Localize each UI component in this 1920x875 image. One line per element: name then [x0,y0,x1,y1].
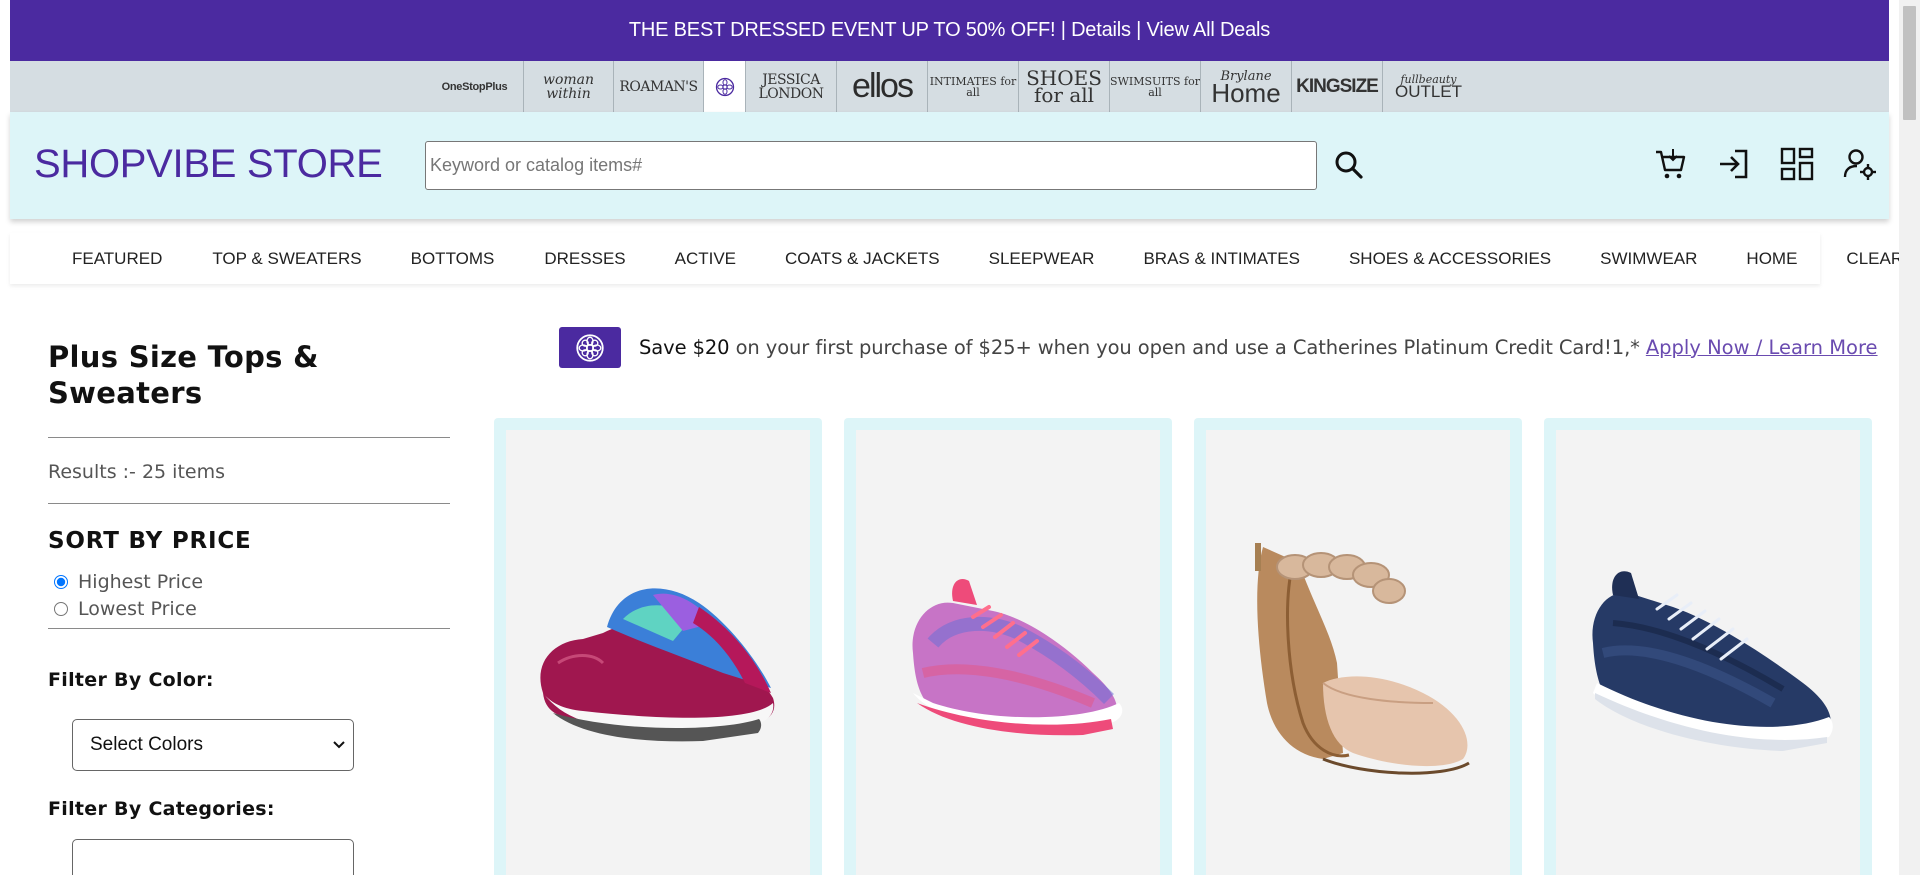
brand-catherines[interactable] [704,61,746,112]
brand-label: INTIMATES for all [929,74,1017,99]
site-header: SHOPVIBE STORE [10,112,1889,219]
promo-separator: | [1130,19,1147,41]
brand-swimsuits-for-all[interactable]: SWIMSUITS for all [1110,61,1201,112]
brand-label: SWIMSUITS for all [1110,74,1200,99]
sort-highest-radio[interactable] [54,574,68,589]
catherines-card-logo [559,327,621,368]
pink-knit-sneaker-image [912,579,1123,736]
brand-label: OneStopPlus [441,80,508,93]
sort-heading: SORT BY PRICE [48,528,252,554]
brand-label: woman within [542,71,595,102]
promo-text: THE BEST DRESSED EVENT UP TO 50% OFF! [628,19,1056,41]
product-image [856,430,1160,875]
nav-active[interactable]: ACTIVE [675,249,736,269]
brand-roamans[interactable]: ROAMAN'S [614,61,704,112]
color-select[interactable]: Select Colors [72,719,354,771]
brand-jessica-london[interactable]: JESSICA LONDON [746,61,837,112]
brand-intimates-for-all[interactable]: INTIMATES for all [928,61,1019,112]
brand-label: ROAMAN'S [619,78,698,95]
nav-featured[interactable]: FEATURED [72,249,162,269]
product-card[interactable] [494,418,822,875]
brand-woman-within[interactable]: woman within [524,61,614,112]
apply-now-link[interactable]: Apply Now / Learn More [1646,336,1878,359]
divider [48,437,450,438]
nav-sleepwear[interactable]: SLEEPWEAR [989,249,1095,269]
dashboard-icon[interactable] [1779,146,1815,182]
filter-sidebar: Plus Size Tops & Sweaters Results :- 25 … [48,330,450,875]
catherines-flower-icon [715,77,734,96]
product-card[interactable] [1544,418,1872,875]
view-all-deals-link[interactable]: View All Deals [1147,19,1271,42]
scrollbar-thumb[interactable] [1903,6,1916,120]
search-icon[interactable] [1332,148,1366,182]
brand-ellos[interactable]: ellos [837,61,928,112]
brand-fullbeauty-outlet[interactable]: fullbeauty OUTLET [1383,61,1474,112]
details-link[interactable]: Details [1071,19,1131,42]
brand-label: KINGSIZE [1296,75,1379,97]
product-card[interactable] [844,418,1172,875]
nav-tops-sweaters[interactable]: TOP & SWEATERS [212,249,361,269]
credit-card-banner: Save $20 on your first purchase of $25+ … [559,327,1878,368]
product-card[interactable] [1194,418,1522,875]
brand-onestopplus[interactable]: OneStopPlus [426,61,524,112]
page-title: Plus Size Tops & Sweaters [48,340,319,410]
catherines-flower-icon [576,333,604,362]
fullbeauty-outlet: OUTLET [1394,82,1463,101]
product-image [1206,430,1510,875]
sort-highest-label: Highest Price [78,570,204,593]
credit-offer-text: Save $20 on your first purchase of $25+ … [639,336,1640,359]
sign-in-icon[interactable] [1716,146,1752,182]
credit-offer-bold: Save $20 [639,336,730,359]
product-image [506,430,810,875]
divider [48,628,450,629]
color-filter-label: Filter By Color: [48,669,214,691]
brand-label: SHOES for all [1026,65,1102,107]
categories-filter-label: Filter By Categories: [48,798,275,820]
navy-knit-sneaker-image [1592,571,1833,751]
brand-kingsize[interactable]: KINGSIZE [1292,61,1383,112]
nav-bottoms[interactable]: BOTTOMS [411,249,495,269]
results-count: Results :- 25 items [48,461,225,483]
account-settings-icon[interactable] [1842,146,1878,182]
product-image [1556,430,1860,875]
nav-dresses[interactable]: DRESSES [544,249,625,269]
brand-label: JESSICA LONDON [758,71,824,102]
nav-coats-jackets[interactable]: COATS & JACKETS [785,249,940,269]
credit-offer-detail: on your first purchase of $25+ when you … [729,336,1640,359]
sort-options: Highest Price Lowest Price [48,568,450,622]
sort-lowest-option[interactable]: Lowest Price [48,595,450,622]
brand-label: Brylane Home [1211,70,1280,106]
brand-brylane-home[interactable]: Brylane Home [1201,61,1292,112]
nav-bras-intimates[interactable]: BRAS & INTIMATES [1143,249,1300,269]
brand-shoes-for-all[interactable]: SHOES for all [1019,61,1110,112]
page: THE BEST DRESSED EVENT UP TO 50% OFF! | … [10,0,1920,875]
brylane-home: Home [1211,78,1281,108]
magenta-clog-sneaker-image [540,588,775,742]
search-input[interactable] [425,141,1317,190]
promo-separator: | [1055,19,1072,41]
categories-select[interactable] [72,839,354,875]
divider [48,503,450,504]
chevron-down-icon [333,741,345,749]
color-select-value: Select Colors [90,734,203,755]
store-logo[interactable]: SHOPVIBE STORE [34,142,383,187]
sort-lowest-radio[interactable] [54,601,68,616]
brand-bar: OneStopPlus woman within ROAMAN'S JESSIC… [10,61,1889,112]
nav-swimwear[interactable]: SWIMWEAR [1600,249,1697,269]
tan-braided-flat-image [1255,543,1470,775]
page-scrollbar[interactable] [1899,0,1920,875]
sort-lowest-label: Lowest Price [78,597,197,620]
nav-home[interactable]: HOME [1746,249,1797,269]
brand-label: ellos [852,67,914,105]
category-nav: FEATURED TOP & SWEATERS BOTTOMS DRESSES … [10,233,1920,284]
brand-label: fullbeauty OUTLET [1394,74,1463,101]
nav-shoes-accessories[interactable]: SHOES & ACCESSORIES [1349,249,1551,269]
brand-strip: OneStopPlus woman within ROAMAN'S JESSIC… [426,61,1474,112]
cart-icon[interactable] [1653,146,1689,182]
sort-highest-option[interactable]: Highest Price [48,568,450,595]
promo-bar: THE BEST DRESSED EVENT UP TO 50% OFF! | … [10,0,1889,61]
